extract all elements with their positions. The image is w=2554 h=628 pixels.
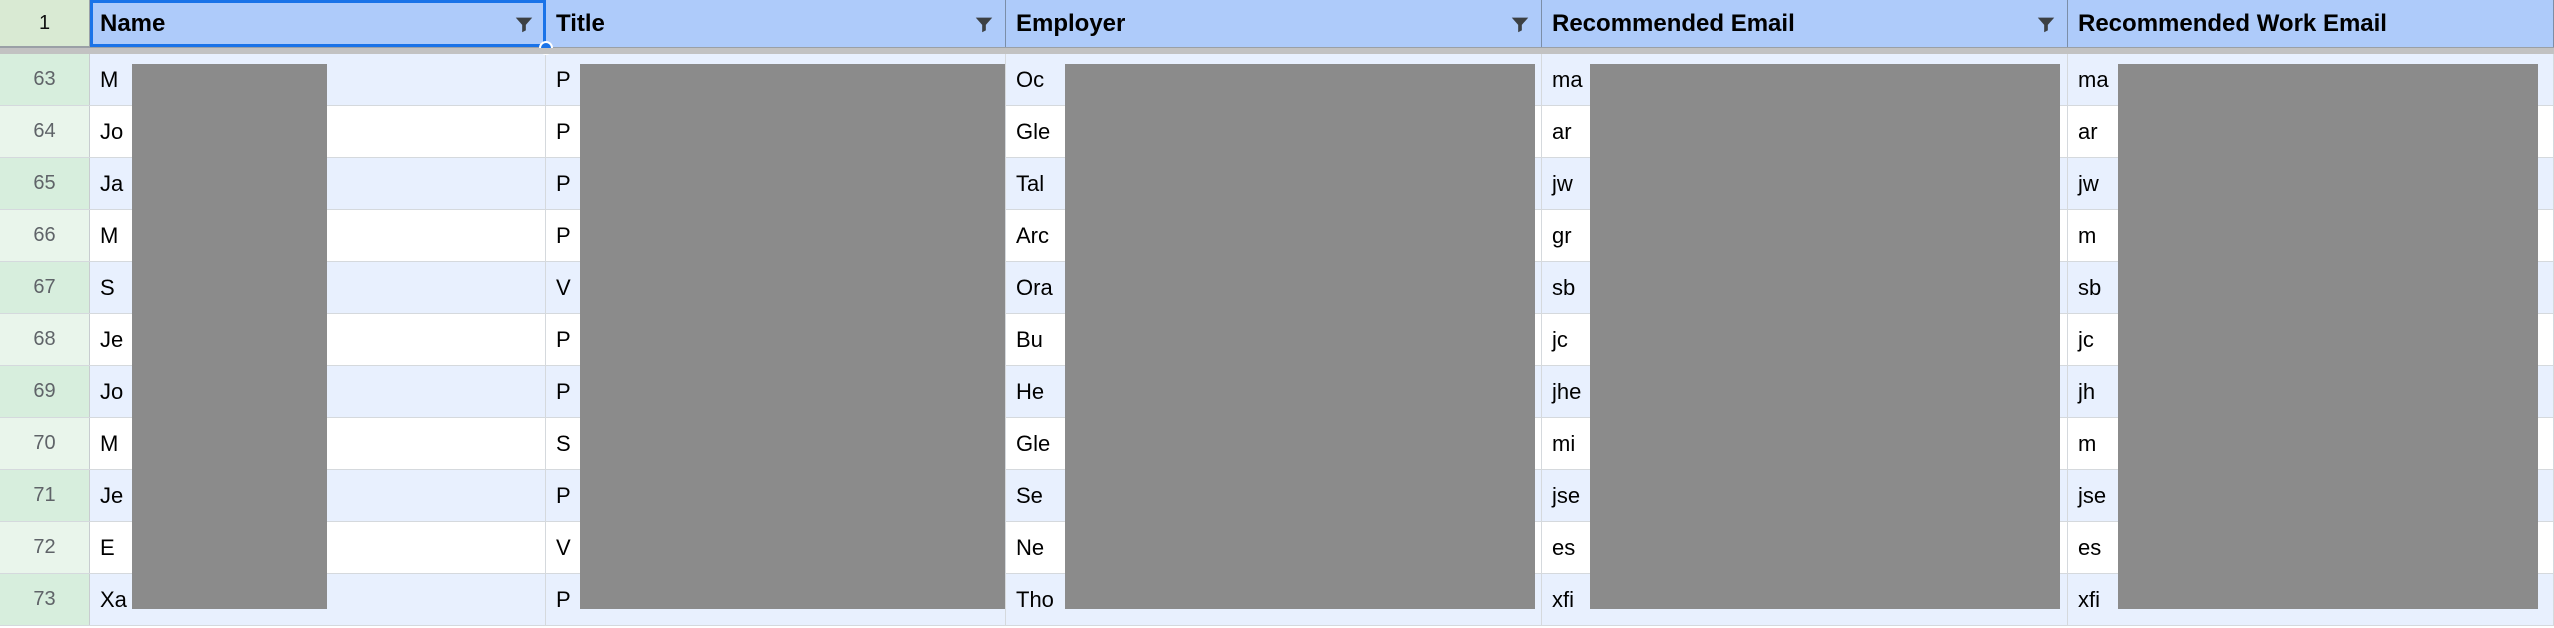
redaction-block (580, 64, 1005, 609)
column-header-title[interactable]: Title (546, 0, 1006, 47)
filter-icon[interactable] (2033, 11, 2059, 37)
row-number-cell[interactable]: 71 (0, 470, 90, 521)
redaction-block (132, 64, 327, 609)
row-number-cell[interactable]: 68 (0, 314, 90, 365)
spreadsheet: 1 Name Title Employer Recommended Email (0, 0, 2554, 628)
column-header-recommended-email[interactable]: Recommended Email (1542, 0, 2068, 47)
column-header-label: Name (100, 10, 165, 38)
redaction-block (1065, 64, 1535, 609)
frozen-row-number: 1 (39, 12, 50, 35)
row-number-cell[interactable]: 63 (0, 54, 90, 105)
row-number-cell[interactable]: 70 (0, 418, 90, 469)
redaction-block (1590, 64, 2060, 609)
row-number-cell[interactable]: 64 (0, 106, 90, 157)
header-row: 1 Name Title Employer Recommended Email (0, 0, 2554, 48)
row-number-cell[interactable]: 72 (0, 522, 90, 573)
row-number-cell[interactable]: 66 (0, 210, 90, 261)
filter-icon[interactable] (971, 11, 997, 37)
column-header-recommended-work-email[interactable]: Recommended Work Email (2068, 0, 2554, 47)
row-number-cell[interactable]: 69 (0, 366, 90, 417)
column-header-label: Employer (1016, 10, 1125, 38)
column-header-name[interactable]: Name (90, 0, 546, 47)
row-number-cell[interactable]: 73 (0, 574, 90, 625)
frozen-row-number-cell[interactable]: 1 (0, 0, 90, 47)
column-header-label: Recommended Email (1552, 10, 1795, 38)
column-header-employer[interactable]: Employer (1006, 0, 1542, 47)
redaction-block (2118, 64, 2538, 609)
filter-icon[interactable] (1507, 11, 1533, 37)
filter-icon[interactable] (511, 11, 537, 37)
column-header-label: Title (556, 10, 605, 38)
freeze-pane-divider[interactable] (0, 48, 2554, 54)
row-number-cell[interactable]: 67 (0, 262, 90, 313)
column-header-label: Recommended Work Email (2078, 10, 2387, 38)
row-number-cell[interactable]: 65 (0, 158, 90, 209)
